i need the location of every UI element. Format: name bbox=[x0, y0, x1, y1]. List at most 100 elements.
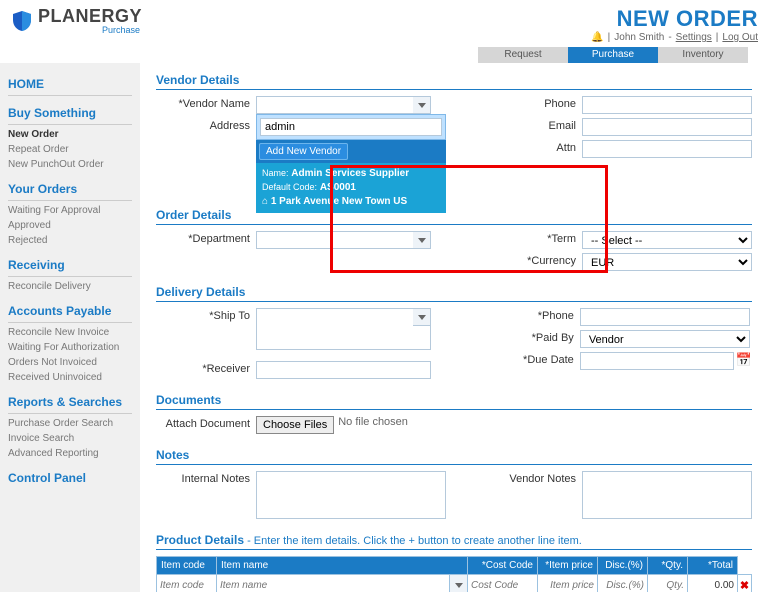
department-dropdown-toggle[interactable] bbox=[413, 231, 431, 249]
section-order: Order Details bbox=[156, 208, 752, 225]
content-area: Vendor Details *Vendor Name Add New Vend… bbox=[140, 63, 768, 592]
shipto-input[interactable] bbox=[256, 308, 431, 350]
col-item-code: Item code bbox=[157, 557, 217, 575]
paidby-select[interactable]: Vendor bbox=[580, 330, 750, 348]
chevron-down-icon bbox=[418, 103, 426, 108]
chevron-down-icon bbox=[455, 583, 463, 588]
home-icon: ⌂ bbox=[262, 196, 268, 207]
logout-link[interactable]: Log Out bbox=[722, 32, 758, 43]
term-select[interactable]: -- Select -- bbox=[582, 231, 752, 249]
nav-reports[interactable]: Reports & Searches bbox=[8, 391, 132, 414]
vendor-name-dropdown-toggle[interactable] bbox=[413, 96, 431, 114]
sidebar-item-adv-reporting[interactable]: Advanced Reporting bbox=[8, 446, 132, 461]
section-notes: Notes bbox=[156, 448, 752, 465]
delivery-phone-input[interactable] bbox=[580, 308, 750, 326]
sidebar-item-repeat-order[interactable]: Repeat Order bbox=[8, 142, 132, 157]
currency-select[interactable]: EUR bbox=[582, 253, 752, 271]
row-item-price[interactable] bbox=[539, 576, 596, 592]
delete-row-button[interactable]: ✖ bbox=[738, 575, 752, 592]
settings-link[interactable]: Settings bbox=[676, 32, 712, 43]
col-qty: *Qty. bbox=[648, 557, 688, 575]
bell-icon[interactable]: 🔔 bbox=[591, 32, 603, 43]
page-title: NEW ORDER bbox=[591, 6, 758, 32]
label-receiver: *Receiver bbox=[156, 361, 256, 379]
label-email: Email bbox=[482, 118, 582, 136]
choose-files-button[interactable]: Choose Files bbox=[256, 416, 334, 434]
row-total bbox=[689, 576, 736, 592]
label-attn: Attn bbox=[482, 140, 582, 158]
sidebar-item-punchout[interactable]: New PunchOut Order bbox=[8, 157, 132, 172]
calendar-icon[interactable]: 📅 bbox=[736, 352, 752, 370]
sidebar-item-received-uninvoiced[interactable]: Received Uninvoiced bbox=[8, 370, 132, 385]
label-phone: Phone bbox=[482, 96, 582, 114]
sidebar-item-waiting-approval[interactable]: Waiting For Approval bbox=[8, 203, 132, 218]
product-table: Item code Item name *Cost Code *Item pri… bbox=[156, 556, 752, 592]
nav-control[interactable]: Control Panel bbox=[8, 467, 132, 489]
vendor-notes-input[interactable] bbox=[582, 471, 752, 519]
sidebar-item-not-invoiced[interactable]: Orders Not Invoiced bbox=[8, 355, 132, 370]
nav-home[interactable]: HOME bbox=[8, 73, 132, 96]
department-input[interactable] bbox=[256, 231, 431, 249]
section-delivery: Delivery Details bbox=[156, 285, 752, 302]
label-shipto: *Ship To bbox=[156, 308, 256, 353]
label-internal-notes: Internal Notes bbox=[156, 471, 256, 519]
sidebar-item-waiting-auth[interactable]: Waiting For Authorization bbox=[8, 340, 132, 355]
nav-receiving[interactable]: Receiving bbox=[8, 254, 132, 277]
sidebar-item-invoice-search[interactable]: Invoice Search bbox=[8, 431, 132, 446]
col-item-name: Item name bbox=[217, 557, 468, 575]
tab-purchase[interactable]: Purchase bbox=[568, 47, 658, 63]
tab-request[interactable]: Request bbox=[478, 47, 568, 63]
brand-name: PLANERGY bbox=[38, 6, 142, 27]
add-vendor-button[interactable]: Add New Vendor bbox=[259, 143, 348, 160]
label-term: *Term bbox=[482, 231, 582, 249]
label-currency: *Currency bbox=[482, 253, 582, 271]
shield-icon bbox=[10, 9, 34, 33]
section-vendor: Vendor Details bbox=[156, 73, 752, 90]
app-header: PLANERGY Purchase NEW ORDER 🔔 | John Smi… bbox=[0, 0, 768, 63]
vendor-search-input[interactable] bbox=[260, 118, 442, 136]
shipto-dropdown-toggle[interactable] bbox=[413, 308, 431, 326]
email-input[interactable] bbox=[582, 118, 752, 136]
label-paidby: *Paid By bbox=[480, 330, 580, 348]
row-item-name[interactable] bbox=[218, 576, 466, 592]
table-row: ✖ bbox=[157, 575, 752, 592]
label-duedate: *Due Date bbox=[480, 352, 580, 370]
vendor-name-input[interactable] bbox=[256, 96, 431, 114]
nav-buy[interactable]: Buy Something bbox=[8, 102, 132, 125]
row-cost-code[interactable] bbox=[469, 576, 536, 592]
sidebar-item-approved[interactable]: Approved bbox=[8, 218, 132, 233]
row-item-code[interactable] bbox=[158, 576, 215, 592]
chevron-down-icon bbox=[418, 238, 426, 243]
nav-ap[interactable]: Accounts Payable bbox=[8, 300, 132, 323]
sidebar-item-po-search[interactable]: Purchase Order Search bbox=[8, 416, 132, 431]
col-cost-code: *Cost Code bbox=[468, 557, 538, 575]
sidebar-item-new-order[interactable]: New Order bbox=[8, 127, 132, 142]
attn-input[interactable] bbox=[582, 140, 752, 158]
sidebar-item-reconcile-delivery[interactable]: Reconcile Delivery bbox=[8, 279, 132, 294]
row-name-dropdown[interactable] bbox=[449, 575, 467, 592]
row-qty[interactable] bbox=[649, 576, 686, 592]
nav-your-orders[interactable]: Your Orders bbox=[8, 178, 132, 201]
receiver-input[interactable] bbox=[256, 361, 431, 379]
col-item-price: *Item price bbox=[538, 557, 598, 575]
tab-inventory[interactable]: Inventory bbox=[658, 47, 748, 63]
label-attach: Attach Document bbox=[156, 416, 256, 434]
phone-input[interactable] bbox=[582, 96, 752, 114]
tabs: Request Purchase Inventory bbox=[10, 47, 758, 63]
col-total: *Total bbox=[688, 557, 738, 575]
sidebar-item-rejected[interactable]: Rejected bbox=[8, 233, 132, 248]
label-department: *Department bbox=[156, 231, 256, 249]
section-products: Product Details - Enter the item details… bbox=[156, 533, 752, 550]
label-address: Address bbox=[156, 118, 256, 132]
duedate-input[interactable] bbox=[580, 352, 734, 370]
vendor-result-item[interactable]: Name: Admin Services Supplier Default Co… bbox=[256, 163, 446, 213]
logo[interactable]: PLANERGY Purchase bbox=[10, 6, 142, 35]
chevron-down-icon bbox=[418, 315, 426, 320]
sidebar-item-reconcile-invoice[interactable]: Reconcile New Invoice bbox=[8, 325, 132, 340]
file-status: No file chosen bbox=[338, 416, 408, 434]
row-disc[interactable] bbox=[599, 576, 646, 592]
label-vendor-name: *Vendor Name bbox=[156, 96, 256, 114]
col-disc: Disc.(%) bbox=[598, 557, 648, 575]
user-name: John Smith bbox=[614, 32, 664, 43]
internal-notes-input[interactable] bbox=[256, 471, 446, 519]
